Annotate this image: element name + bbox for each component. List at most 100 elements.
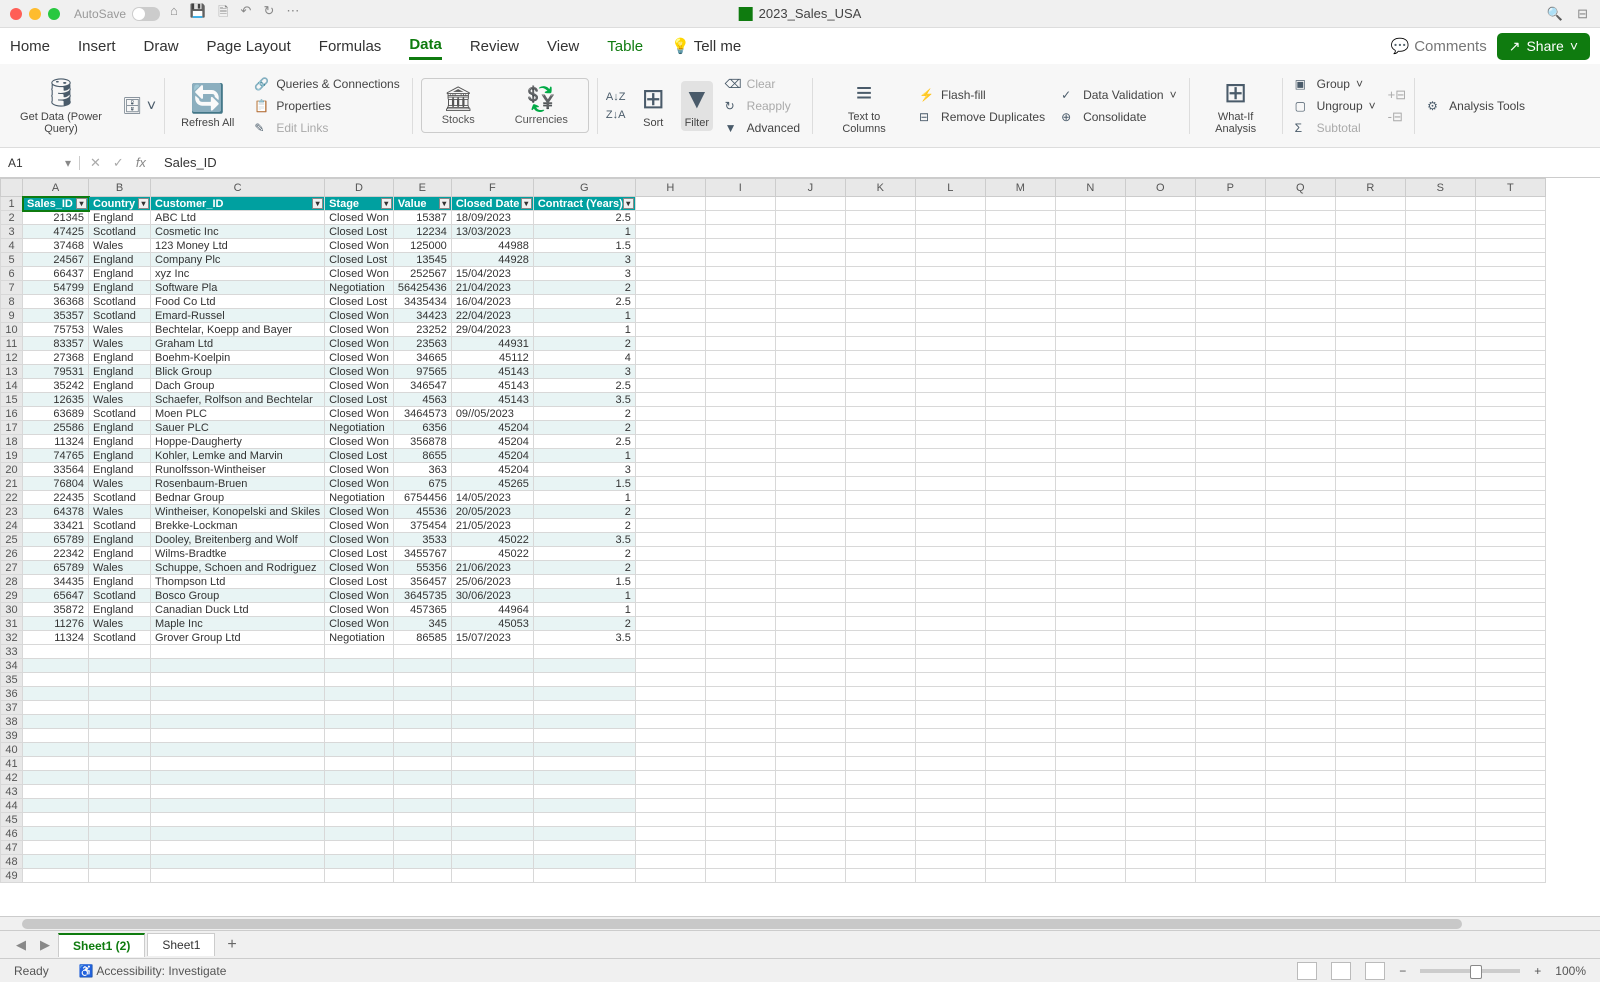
cell-S31[interactable] (1405, 617, 1475, 631)
cell-O8[interactable] (1125, 295, 1195, 309)
select-all-cell[interactable] (1, 179, 23, 197)
cell-T5[interactable] (1475, 253, 1545, 267)
col-header-M[interactable]: M (985, 179, 1055, 197)
cell-I5[interactable] (705, 253, 775, 267)
cell-B28[interactable]: England (89, 575, 151, 589)
cell-R30[interactable] (1335, 603, 1405, 617)
cell-O49[interactable] (1125, 869, 1195, 883)
reapply-button[interactable]: ↻Reapply (721, 97, 804, 115)
cell-L39[interactable] (915, 729, 985, 743)
cell-S12[interactable] (1405, 351, 1475, 365)
cell-I10[interactable] (705, 323, 775, 337)
cell-T24[interactable] (1475, 519, 1545, 533)
cell-R4[interactable] (1335, 239, 1405, 253)
cell-L24[interactable] (915, 519, 985, 533)
cell-P42[interactable] (1195, 771, 1265, 785)
cell-F44[interactable] (451, 799, 533, 813)
row-header-39[interactable]: 39 (1, 729, 23, 743)
col-header-I[interactable]: I (705, 179, 775, 197)
cell-M37[interactable] (985, 701, 1055, 715)
cell-Q39[interactable] (1265, 729, 1335, 743)
share-button[interactable]: ↗ Share ˅ (1497, 33, 1590, 60)
cell-Q43[interactable] (1265, 785, 1335, 799)
cell-H20[interactable] (635, 463, 705, 477)
remove-duplicates-button[interactable]: ⊟Remove Duplicates (915, 108, 1049, 126)
cell-J17[interactable] (775, 421, 845, 435)
cell-Q22[interactable] (1265, 491, 1335, 505)
cell-F17[interactable]: 45204 (451, 421, 533, 435)
cell-H24[interactable] (635, 519, 705, 533)
cell-L23[interactable] (915, 505, 985, 519)
cell-B43[interactable] (89, 785, 151, 799)
cell-I45[interactable] (705, 813, 775, 827)
clear-filter-button[interactable]: ⌫Clear (721, 75, 804, 93)
cell-L15[interactable] (915, 393, 985, 407)
cell-C41[interactable] (151, 757, 325, 771)
cell-B38[interactable] (89, 715, 151, 729)
cell-M20[interactable] (985, 463, 1055, 477)
cell-M39[interactable] (985, 729, 1055, 743)
cell-A47[interactable] (23, 841, 89, 855)
cell-F8[interactable]: 16/04/2023 (451, 295, 533, 309)
cell-H35[interactable] (635, 673, 705, 687)
cell-E15[interactable]: 4563 (393, 393, 451, 407)
fx-icon[interactable]: fx (136, 155, 146, 171)
cell-N14[interactable] (1055, 379, 1125, 393)
cell-J33[interactable] (775, 645, 845, 659)
cell-S28[interactable] (1405, 575, 1475, 589)
cell-T18[interactable] (1475, 435, 1545, 449)
cell-N8[interactable] (1055, 295, 1125, 309)
tab-table[interactable]: Table (607, 34, 643, 59)
cell-G19[interactable]: 1 (533, 449, 635, 463)
cell-H34[interactable] (635, 659, 705, 673)
cell-F37[interactable] (451, 701, 533, 715)
cell-R14[interactable] (1335, 379, 1405, 393)
cell-E26[interactable]: 3455767 (393, 547, 451, 561)
cell-I21[interactable] (705, 477, 775, 491)
cell-D29[interactable]: Closed Won (325, 589, 394, 603)
cell-A4[interactable]: 37468 (23, 239, 89, 253)
cell-I24[interactable] (705, 519, 775, 533)
table-header-country[interactable]: Country▾ (89, 197, 151, 211)
cell-N6[interactable] (1055, 267, 1125, 281)
row-header-18[interactable]: 18 (1, 435, 23, 449)
cell-I30[interactable] (705, 603, 775, 617)
cell-Q19[interactable] (1265, 449, 1335, 463)
col-header-C[interactable]: C (151, 179, 325, 197)
cell-F10[interactable]: 29/04/2023 (451, 323, 533, 337)
cell-N45[interactable] (1055, 813, 1125, 827)
cell-P4[interactable] (1195, 239, 1265, 253)
cell-N34[interactable] (1055, 659, 1125, 673)
cell-R2[interactable] (1335, 211, 1405, 225)
cell-E35[interactable] (393, 673, 451, 687)
cell-N35[interactable] (1055, 673, 1125, 687)
cell-N30[interactable] (1055, 603, 1125, 617)
cell-A41[interactable] (23, 757, 89, 771)
cell-T1[interactable] (1475, 197, 1545, 211)
cell-A26[interactable]: 22342 (23, 547, 89, 561)
cell-Q38[interactable] (1265, 715, 1335, 729)
cell-H45[interactable] (635, 813, 705, 827)
cell-G6[interactable]: 3 (533, 267, 635, 281)
cell-G33[interactable] (533, 645, 635, 659)
tab-insert[interactable]: Insert (78, 34, 116, 59)
cell-T37[interactable] (1475, 701, 1545, 715)
cell-M26[interactable] (985, 547, 1055, 561)
cell-T28[interactable] (1475, 575, 1545, 589)
undo-icon[interactable]: ↶ (241, 3, 252, 25)
cell-T17[interactable] (1475, 421, 1545, 435)
cell-K47[interactable] (845, 841, 915, 855)
cell-K16[interactable] (845, 407, 915, 421)
cell-L33[interactable] (915, 645, 985, 659)
cell-L19[interactable] (915, 449, 985, 463)
cell-T34[interactable] (1475, 659, 1545, 673)
cell-N23[interactable] (1055, 505, 1125, 519)
cell-I12[interactable] (705, 351, 775, 365)
cell-J5[interactable] (775, 253, 845, 267)
cell-Q27[interactable] (1265, 561, 1335, 575)
cell-E29[interactable]: 3645735 (393, 589, 451, 603)
cell-F46[interactable] (451, 827, 533, 841)
cell-L30[interactable] (915, 603, 985, 617)
save-as-icon[interactable]: 🗎 (218, 3, 228, 25)
cell-E22[interactable]: 6754456 (393, 491, 451, 505)
